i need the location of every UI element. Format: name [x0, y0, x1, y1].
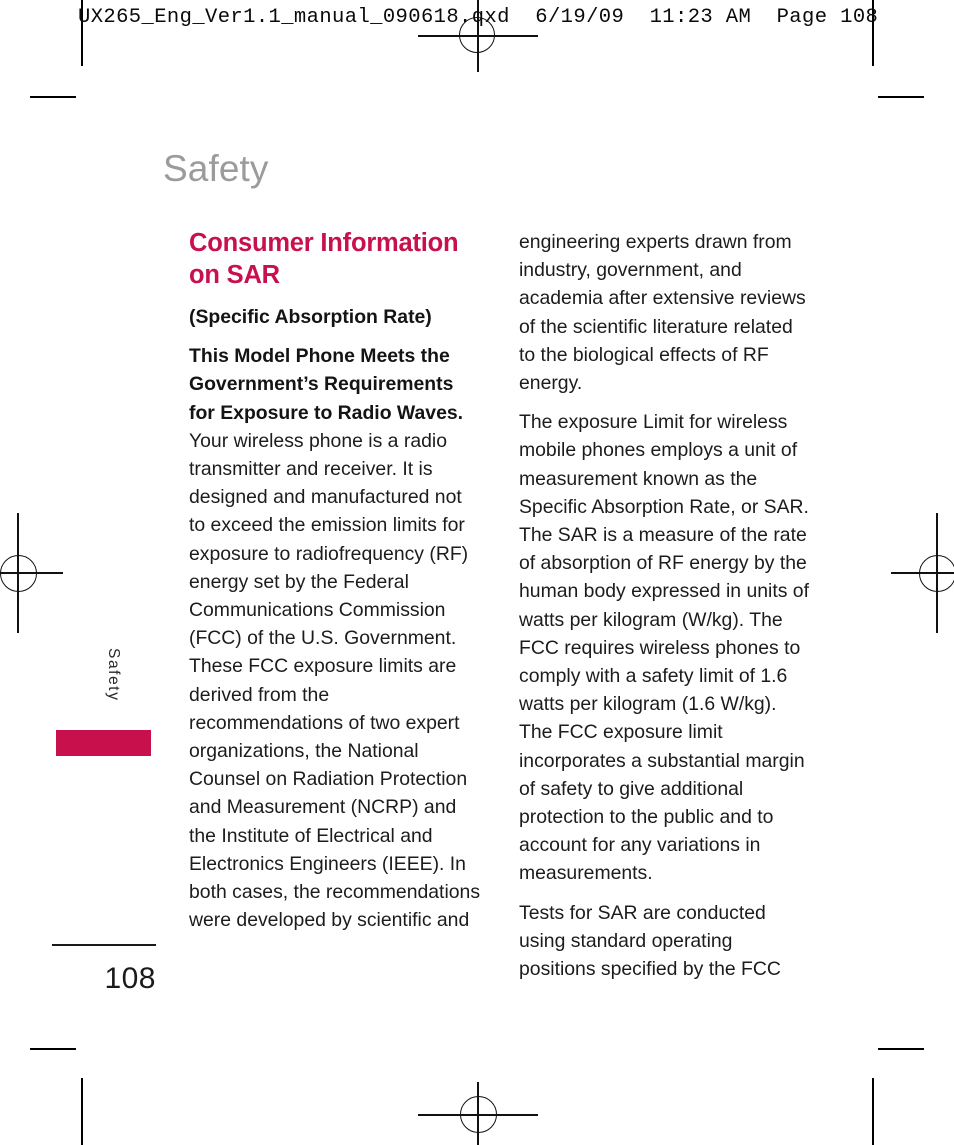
- paragraph-right-1: engineering experts drawn from industry,…: [519, 231, 806, 395]
- registration-mark-bottom: [418, 1082, 538, 1145]
- text-column-right: engineering experts drawn from industry,…: [519, 228, 811, 983]
- paragraph-right-2: The exposure Limit for wireless mobile p…: [519, 411, 809, 885]
- paragraph-left-1-body: Your wireless phone is a radio transmitt…: [189, 429, 481, 932]
- crop-mark-top-right-horizontal: [878, 96, 924, 98]
- crop-mark-bottom-right-horizontal: [878, 1048, 924, 1050]
- registration-mark-left: [0, 513, 63, 633]
- crop-mark-bottom-left-vertical: [81, 1078, 83, 1145]
- prepress-header-line: UX265_Eng_Ver1.1_manual_090618.qxd 6/19/…: [78, 6, 879, 29]
- text-column-left: Consumer Information on SAR (Specific Ab…: [189, 228, 481, 934]
- paragraph-right-3: Tests for SAR are conducted using standa…: [519, 901, 781, 981]
- manual-page: UX265_Eng_Ver1.1_manual_090618.qxd 6/19/…: [0, 0, 954, 1145]
- crop-mark-bottom-right-vertical: [872, 1078, 874, 1145]
- side-tab-accent-bar: [56, 730, 151, 756]
- paragraph-left-1: This Model Phone Meets the Government’s …: [189, 342, 481, 934]
- crop-mark-top-left-horizontal: [30, 96, 76, 98]
- side-tab: Safety: [102, 648, 132, 740]
- paragraph-left-1-lead: This Model Phone Meets the Government’s …: [189, 345, 464, 424]
- folio-rule: [52, 944, 156, 946]
- crop-mark-bottom-left-horizontal: [30, 1048, 76, 1050]
- section-heading: Consumer Information on SAR: [189, 229, 459, 289]
- side-tab-label: Safety: [105, 648, 122, 702]
- section-subheading: (Specific Absorption Rate): [189, 306, 432, 328]
- registration-mark-right: [891, 513, 954, 633]
- page-title: Safety: [163, 148, 269, 189]
- page-number: 108: [104, 962, 156, 995]
